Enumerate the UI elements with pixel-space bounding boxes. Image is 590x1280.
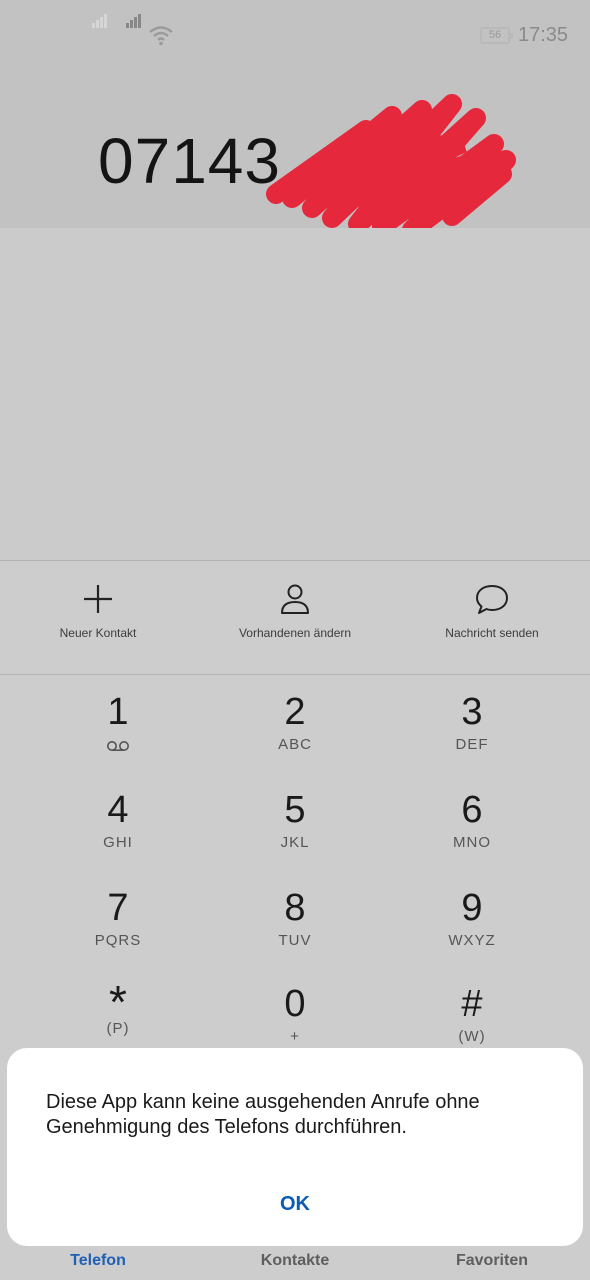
person-icon xyxy=(281,584,309,614)
key-digit: 6 xyxy=(461,789,483,831)
permission-dialog: Diese App kann keine ausgehenden Anrufe … xyxy=(7,1048,583,1246)
key-digit: 7 xyxy=(107,887,129,929)
key-3[interactable]: 3 DEF xyxy=(374,680,570,778)
key-digit: # xyxy=(461,983,483,1025)
key-digit: 1 xyxy=(107,691,129,733)
key-digit: 0 xyxy=(284,983,306,1025)
key-7[interactable]: 7 PQRS xyxy=(20,876,216,974)
key-1[interactable]: 1 xyxy=(20,680,216,778)
key-letters: ABC xyxy=(278,736,312,753)
tab-telefon[interactable]: Telefon xyxy=(0,1252,196,1270)
status-time: 17:35 xyxy=(518,24,569,46)
key-letters: DEF xyxy=(455,736,489,753)
key-digit: 2 xyxy=(284,691,306,733)
key-letters: JKL xyxy=(280,834,310,851)
new-contact-button[interactable]: Neuer Kontakt xyxy=(0,576,196,656)
key-digit: 5 xyxy=(284,789,306,831)
key-6[interactable]: 6 MNO xyxy=(374,778,570,876)
status-bar: 56 17:35 xyxy=(0,0,590,72)
send-message-label: Nachricht senden xyxy=(445,626,539,640)
chat-bubble-icon xyxy=(476,585,508,614)
tab-kontakte[interactable]: Kontakte xyxy=(197,1252,393,1270)
edit-existing-contact-button[interactable]: Vorhandenen ändern xyxy=(197,576,393,656)
dialog-message: Diese App kann keine ausgehenden Anrufe … xyxy=(46,1091,480,1138)
key-digit: 8 xyxy=(284,887,306,929)
redaction-scribble xyxy=(266,94,516,230)
dialed-number: 07143 xyxy=(98,125,281,197)
battery-icon: 56 xyxy=(480,27,513,44)
key-letters: GHI xyxy=(103,834,133,851)
send-message-button[interactable]: Nachricht senden xyxy=(394,576,590,656)
key-letters: (W) xyxy=(458,1028,486,1045)
key-letters: TUV xyxy=(278,932,312,949)
key-letters: WXYZ xyxy=(448,932,496,949)
key-digit: 4 xyxy=(107,789,129,831)
key-9[interactable]: 9 WXYZ xyxy=(374,876,570,974)
key-digit: 3 xyxy=(461,691,483,733)
key-5[interactable]: 5 JKL xyxy=(197,778,393,876)
key-4[interactable]: 4 GHI xyxy=(20,778,216,876)
voicemail-icon xyxy=(107,741,129,751)
divider xyxy=(0,674,590,675)
new-contact-label: Neuer Kontakt xyxy=(59,626,137,640)
key-letters: + xyxy=(290,1028,300,1045)
key-letters: PQRS xyxy=(94,932,142,949)
key-digit: * xyxy=(109,976,127,1028)
plus-icon xyxy=(84,585,112,613)
key-8[interactable]: 8 TUV xyxy=(197,876,393,974)
key-letters: (P) xyxy=(106,1020,130,1037)
tab-favoriten[interactable]: Favoriten xyxy=(394,1252,590,1270)
divider xyxy=(0,560,590,561)
suggestions-area xyxy=(0,228,590,560)
ok-button[interactable]: OK xyxy=(245,1184,345,1224)
edit-existing-contact-label: Vorhandenen ändern xyxy=(238,626,352,640)
key-letters: MNO xyxy=(453,834,491,851)
wifi-icon xyxy=(149,26,173,46)
number-display: 07143 xyxy=(0,72,590,230)
key-2[interactable]: 2 ABC xyxy=(197,680,393,778)
key-digit: 9 xyxy=(461,887,483,929)
